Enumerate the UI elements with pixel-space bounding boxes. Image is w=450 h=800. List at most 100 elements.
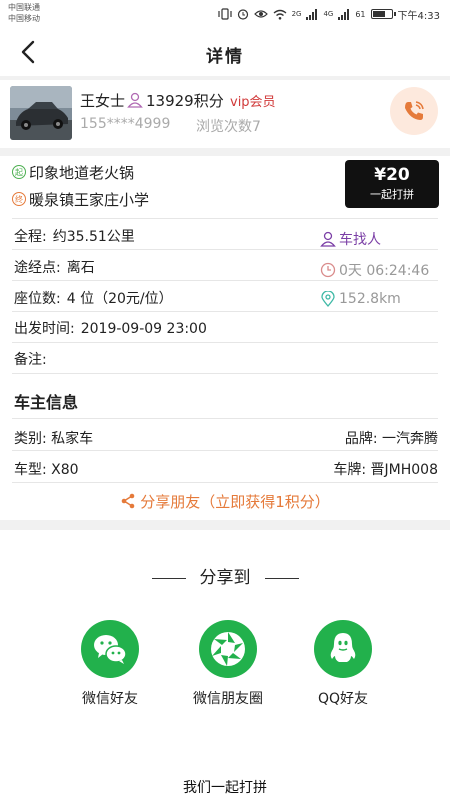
- distance-row: 全程: 约35.51公里: [14, 226, 135, 246]
- call-button[interactable]: [390, 87, 438, 135]
- title-dash-left: [151, 577, 186, 579]
- divider: [12, 373, 438, 374]
- join-price-button[interactable]: ¥20 一起打拼: [345, 160, 439, 208]
- clock: 下午4:33: [397, 10, 440, 22]
- car-photo-icon: [10, 86, 72, 140]
- divider: [12, 311, 438, 312]
- end-location: 暖泉镇王家庄小学: [29, 190, 150, 209]
- page-title: 详情: [206, 47, 244, 67]
- user-name: 王女士: [80, 92, 126, 110]
- countdown-text: 0天 06:24:46: [339, 263, 430, 279]
- share-sheet-title-text: 分享到: [199, 568, 251, 588]
- eye-icon: [253, 10, 268, 18]
- carrier-label-1: 中国联通: [8, 3, 40, 12]
- share-friends-link[interactable]: 分享朋友（立即获得1积分）: [0, 491, 450, 512]
- share-item-label: 微信好友: [82, 691, 138, 707]
- distance-away: 152.8km: [320, 291, 401, 307]
- start-location: 印象地道老火锅: [29, 163, 135, 182]
- vehicle-plate: 车牌: 晋JMH008: [333, 459, 438, 479]
- vehicle-brand-label: 品牌:: [344, 431, 378, 447]
- vehicle-model-label: 车型:: [14, 462, 47, 478]
- route-start: 起 印象地道老火锅: [12, 162, 134, 182]
- wechat-icon: [81, 620, 139, 678]
- depart-row: 出发时间: 2019-09-09 23:00: [14, 318, 207, 338]
- note-label: 备注:: [14, 352, 47, 368]
- signal-icon-1: [306, 8, 318, 20]
- share-icon: [121, 493, 135, 509]
- share-wechat-moments[interactable]: 微信朋友圈: [173, 620, 283, 708]
- share-wechat-friend[interactable]: 微信好友: [55, 620, 165, 708]
- divider: [12, 280, 438, 281]
- divider: [12, 482, 438, 483]
- share-qq-friend[interactable]: QQ好友: [288, 620, 398, 708]
- seats-value: 4 位（20元/位）: [66, 291, 173, 307]
- start-tag: 起: [12, 165, 26, 179]
- user-icon: [127, 92, 143, 108]
- route-end: 终 暖泉镇王家庄小学: [12, 189, 149, 209]
- via-label: 途经点:: [14, 260, 61, 276]
- depart-label: 出发时间:: [14, 321, 75, 337]
- vehicle-brand: 品牌: 一汽奔腾: [345, 428, 438, 448]
- signal-icon-2: [338, 8, 350, 20]
- price-amount: ¥20: [374, 165, 410, 185]
- person-icon: [320, 231, 336, 247]
- divider: [12, 418, 438, 419]
- user-card: 王女士 13929积分 vip会员 155****4999 浏览次数7: [0, 80, 450, 148]
- vehicle-type-label: 类别:: [14, 431, 47, 447]
- end-tag: 终: [12, 192, 26, 206]
- vip-badge: vip会员: [230, 95, 276, 110]
- distance-label: 全程:: [14, 229, 47, 245]
- distance-value: 约35.51公里: [52, 229, 135, 245]
- share-sheet-title: 分享到: [0, 563, 450, 588]
- user-points: 13929积分: [146, 92, 224, 110]
- battery-percent: 61: [355, 9, 366, 19]
- moments-icon: [199, 620, 257, 678]
- divider: [12, 450, 438, 451]
- owner-section-title: 车主信息: [14, 393, 79, 412]
- depart-value: 2019-09-09 23:00: [80, 321, 207, 337]
- role-text: 车找人: [339, 232, 381, 248]
- distance-away-text: 152.8km: [339, 291, 401, 307]
- note-row: 备注:: [14, 349, 53, 369]
- via-value: 离石: [66, 260, 95, 276]
- vehicle-brand-value: 一汽奔腾: [382, 431, 438, 447]
- phone-icon: [405, 101, 424, 120]
- signal-4g-label: 4G: [323, 10, 334, 18]
- seats-row: 座位数: 4 位（20元/位）: [14, 288, 173, 308]
- share-item-label: 微信朋友圈: [193, 691, 263, 707]
- vehicle-model-value: X80: [51, 462, 79, 478]
- divider: [12, 249, 438, 250]
- wifi-icon: [273, 9, 287, 20]
- price-label: 一起打拼: [370, 188, 414, 201]
- vehicle-type: 类别: 私家车: [14, 428, 93, 448]
- carrier-label-2: 中国移动: [8, 14, 40, 23]
- avatar[interactable]: [10, 86, 72, 140]
- via-row: 途经点: 离石: [14, 257, 95, 277]
- battery-icon: [370, 9, 396, 19]
- divider: [0, 520, 450, 530]
- signal-2g-label: 2G: [291, 10, 302, 18]
- status-icons: 2G 4G 61 下午4:33: [217, 6, 440, 22]
- clock-icon: [320, 262, 336, 278]
- divider: [12, 218, 438, 219]
- divider: [0, 148, 450, 156]
- share-friends-text: 分享朋友（立即获得1积分）: [140, 493, 330, 511]
- divider: [12, 342, 438, 343]
- view-count: 浏览次数7: [196, 119, 261, 135]
- vehicle-plate-label: 车牌:: [333, 462, 367, 478]
- nav-bar: 详情: [0, 28, 450, 76]
- location-pin-icon: [321, 291, 335, 307]
- footer-text: 我们一起打拼: [183, 780, 267, 796]
- vibrate-icon: [217, 8, 232, 20]
- share-item-label: QQ好友: [317, 691, 369, 707]
- role-indicator: 车找人: [320, 229, 381, 249]
- vehicle-model: 车型: X80: [14, 459, 79, 479]
- user-phone: 155****4999: [80, 116, 171, 132]
- seats-label: 座位数:: [14, 291, 61, 307]
- qq-icon: [314, 620, 372, 678]
- vehicle-type-value: 私家车: [51, 431, 94, 447]
- title-dash-right: [264, 577, 299, 579]
- countdown: 0天 06:24:46: [320, 260, 429, 280]
- alarm-icon: [237, 9, 248, 20]
- vehicle-plate-value: 晋JMH008: [370, 462, 438, 478]
